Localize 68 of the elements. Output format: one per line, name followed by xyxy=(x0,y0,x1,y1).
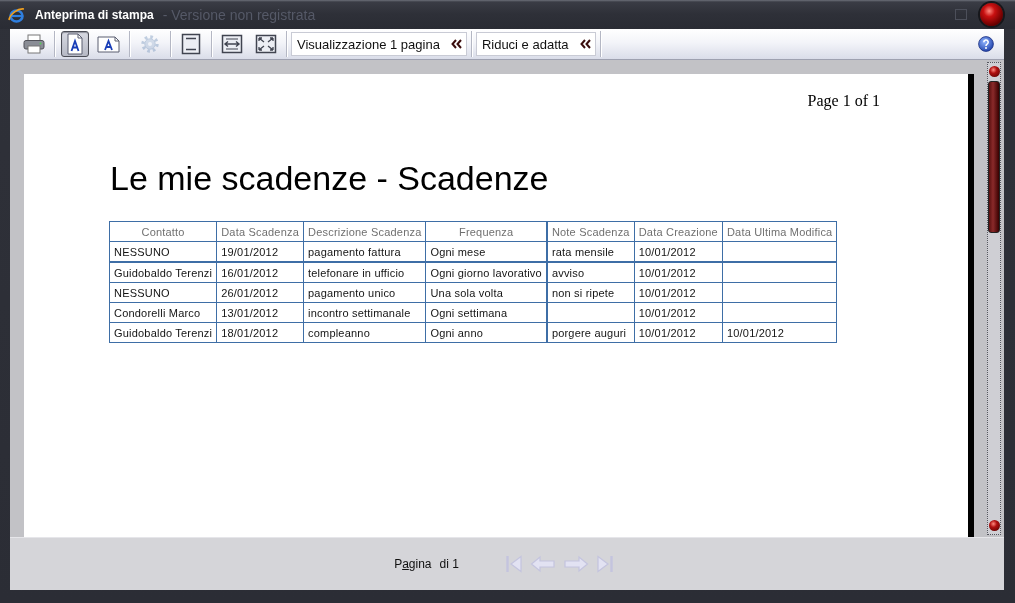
help-button[interactable] xyxy=(978,36,994,52)
scroll-up-button[interactable] xyxy=(988,66,1000,77)
table-cell: Condorelli Marco xyxy=(109,302,217,323)
table-cell: 10/01/2012 xyxy=(634,282,723,303)
fit-page-icon xyxy=(255,34,277,54)
table-cell: 10/01/2012 xyxy=(634,322,723,343)
column-header: Data Ultima Modifica xyxy=(722,221,837,242)
table-cell: 13/01/2012 xyxy=(216,302,304,323)
gear-icon xyxy=(140,34,160,54)
column-header: Data Scadenza xyxy=(216,221,304,242)
portrait-page-icon xyxy=(66,33,84,55)
landscape-page-icon xyxy=(97,35,121,53)
table-cell: rata mensile xyxy=(546,241,635,262)
browser-logo-icon xyxy=(8,7,25,24)
table-cell: 16/01/2012 xyxy=(216,262,304,283)
help-icon xyxy=(978,36,994,52)
chevron-icon xyxy=(450,39,462,49)
dropdown-value: Visualizzazione 1 pagina xyxy=(297,36,440,52)
table-cell: 10/01/2012 xyxy=(634,302,723,323)
table-cell: 26/01/2012 xyxy=(216,282,304,303)
table-cell: telefonare in ufficio xyxy=(303,262,426,283)
table-cell: Una sola volta xyxy=(425,282,547,303)
print-button[interactable] xyxy=(20,31,48,57)
last-page-icon xyxy=(595,554,614,574)
table-cell: 10/01/2012 xyxy=(634,241,723,262)
table-cell: 10/01/2012 xyxy=(722,322,837,343)
table-cell: pagamento unico xyxy=(303,282,426,303)
dropdown[interactable]: Riduci e adatta xyxy=(475,32,596,56)
page-total: di 1 xyxy=(439,557,459,571)
table-cell: NESSUNO xyxy=(109,282,217,303)
printer-icon xyxy=(23,34,45,54)
dropdown[interactable]: Visualizzazione 1 pagina xyxy=(291,32,467,56)
first-page-icon xyxy=(504,554,523,574)
table-cell: 10/01/2012 xyxy=(634,262,723,283)
table-cell: 19/01/2012 xyxy=(216,241,304,262)
table-cell: Ogni anno xyxy=(425,322,547,343)
table-cell: Guidobaldo Terenzi xyxy=(109,322,217,343)
table-cell: NESSUNO xyxy=(109,241,217,262)
close-button[interactable] xyxy=(980,3,1003,26)
right-arrow-icon xyxy=(562,554,589,574)
column-header: Contatto xyxy=(109,221,217,242)
fit-width-icon xyxy=(221,34,243,54)
page-label: Pagina xyxy=(394,557,432,571)
table-cell: pagamento fattura xyxy=(303,241,426,262)
page-icon xyxy=(181,33,201,55)
table-cell: incontro settimanale xyxy=(303,302,426,323)
dropdown-value: Riduci e adatta xyxy=(481,36,569,52)
scrollbar-thumb[interactable] xyxy=(988,81,1000,233)
scroll-down-button[interactable] xyxy=(988,520,1000,531)
table-cell: Ogni mese xyxy=(425,241,547,262)
table-cell: non si ripete xyxy=(546,282,635,303)
left-arrow-icon xyxy=(529,554,556,574)
table-cell: Ogni settimana xyxy=(425,302,547,323)
table-cell: 18/01/2012 xyxy=(216,322,304,343)
column-header: Note Scadenza xyxy=(546,221,635,242)
table-cell: Guidobaldo Terenzi xyxy=(109,262,217,283)
chevron-icon xyxy=(579,39,591,49)
report-title: Le mie scadenze - Scadenze xyxy=(110,158,549,198)
column-header: Frequenza xyxy=(425,221,547,242)
table-cell: avviso xyxy=(546,262,635,283)
column-header: Data Creazione xyxy=(634,221,723,242)
column-header: Descrizione Scadenza xyxy=(303,221,426,242)
table-cell: compleanno xyxy=(303,322,426,343)
table-cell: Ogni giorno lavorativo xyxy=(425,262,547,283)
window-title: Anteprima di stampa xyxy=(35,7,154,22)
portrait-page-button[interactable] xyxy=(61,31,89,57)
page-number: Page 1 of 1 xyxy=(806,91,881,110)
table-cell: porgere auguri xyxy=(546,322,635,343)
